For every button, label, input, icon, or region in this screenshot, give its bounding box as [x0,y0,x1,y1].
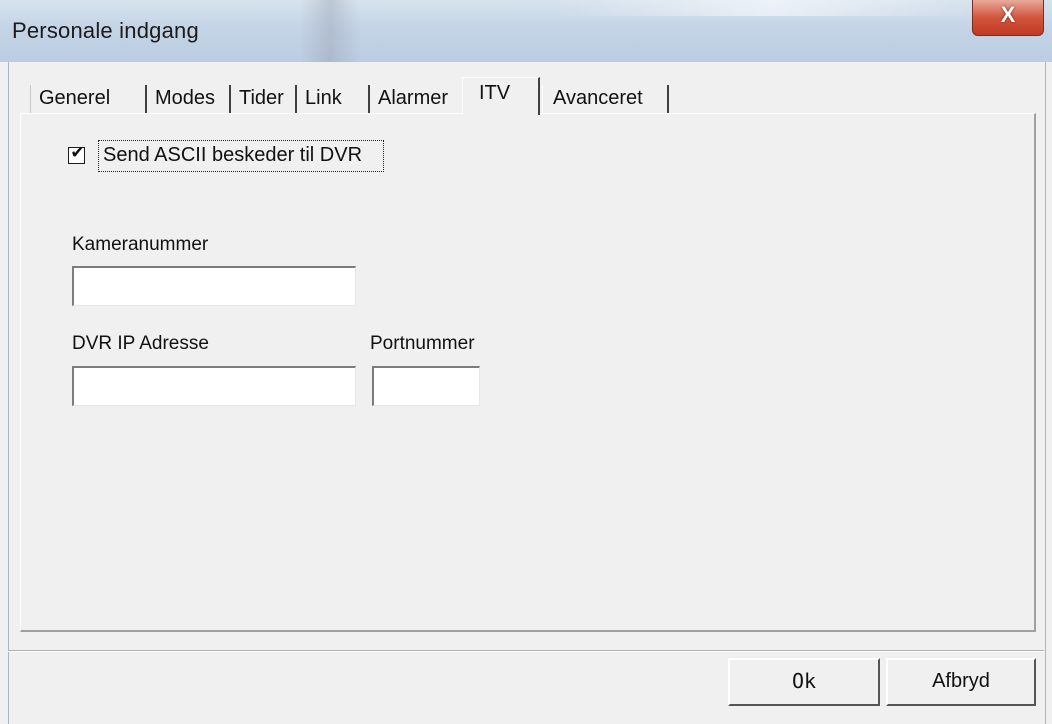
title-bar[interactable]: Personale indgang X [0,0,1052,62]
send-ascii-label[interactable]: Send ASCII beskeder til DVR [98,140,384,172]
tab-modes[interactable]: Modes [147,85,231,113]
camera-number-label: Kameranummer [72,234,209,255]
dvr-ip-label: DVR IP Adresse [72,333,209,354]
tab-generel[interactable]: Generel [30,85,147,113]
port-number-label: Portnummer [370,333,475,354]
tab-link[interactable]: Link [297,85,370,113]
tab-tider[interactable]: Tider [231,85,297,113]
tab-strip: Generel Modes Tider Link Alarmer ITV Ava… [20,77,1030,115]
button-separator [8,650,1044,652]
title-bar-glass [560,0,980,16]
tab-itv[interactable]: ITV [462,77,540,115]
camera-number-field[interactable] [72,266,356,306]
dvr-ip-field[interactable] [72,366,356,406]
cancel-button[interactable]: Afbryd [886,658,1036,706]
check-mark-icon: ✔ [70,143,85,162]
port-number-field[interactable] [372,366,480,406]
close-button[interactable]: X [972,0,1044,36]
window-title: Personale indgang [12,18,199,43]
ok-button[interactable]: Ok [728,658,880,706]
title-bar-glass [300,0,360,62]
close-icon: X [1000,2,1016,27]
tab-avanceret[interactable]: Avanceret [542,85,669,113]
send-ascii-checkbox[interactable]: ✔ [68,143,85,164]
